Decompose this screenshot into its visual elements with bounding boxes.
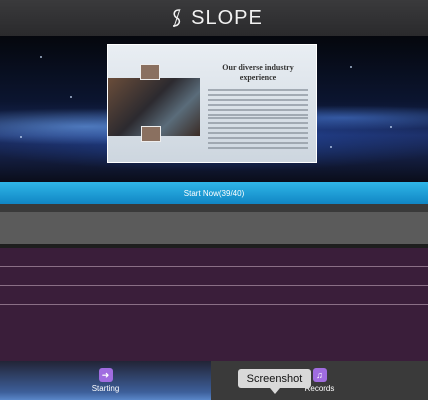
content-panel [0, 248, 428, 361]
slope-logo-icon [173, 8, 181, 28]
records-icon: ♫ [312, 368, 327, 382]
gray-section [0, 212, 428, 244]
screenshot-tooltip[interactable]: Screenshot [238, 369, 311, 394]
small-photo [141, 126, 161, 142]
small-photo [140, 64, 160, 80]
divider [0, 204, 428, 212]
arrow-right-icon: ➜ [98, 368, 113, 382]
tab-starting[interactable]: ➜ Starting [0, 361, 211, 400]
start-now-button[interactable]: Start Now(39/40) [0, 182, 428, 204]
app-header: SLOPE [0, 0, 428, 36]
row-divider [0, 285, 428, 286]
row-divider [0, 304, 428, 305]
bottom-tab-bar: ➜ Starting ♫ Records [0, 361, 428, 400]
row-divider [0, 266, 428, 267]
tab-starting-label: Starting [91, 384, 120, 393]
promo-card[interactable]: Our diverse industry experience [107, 44, 317, 163]
hero-banner: Our diverse industry experience [0, 36, 428, 182]
card-body-text-2 [208, 117, 308, 152]
office-team-photo [108, 64, 200, 142]
brand-name: SLOPE [191, 6, 263, 29]
card-body-text [208, 89, 308, 119]
card-title: Our diverse industry experience [222, 63, 294, 82]
